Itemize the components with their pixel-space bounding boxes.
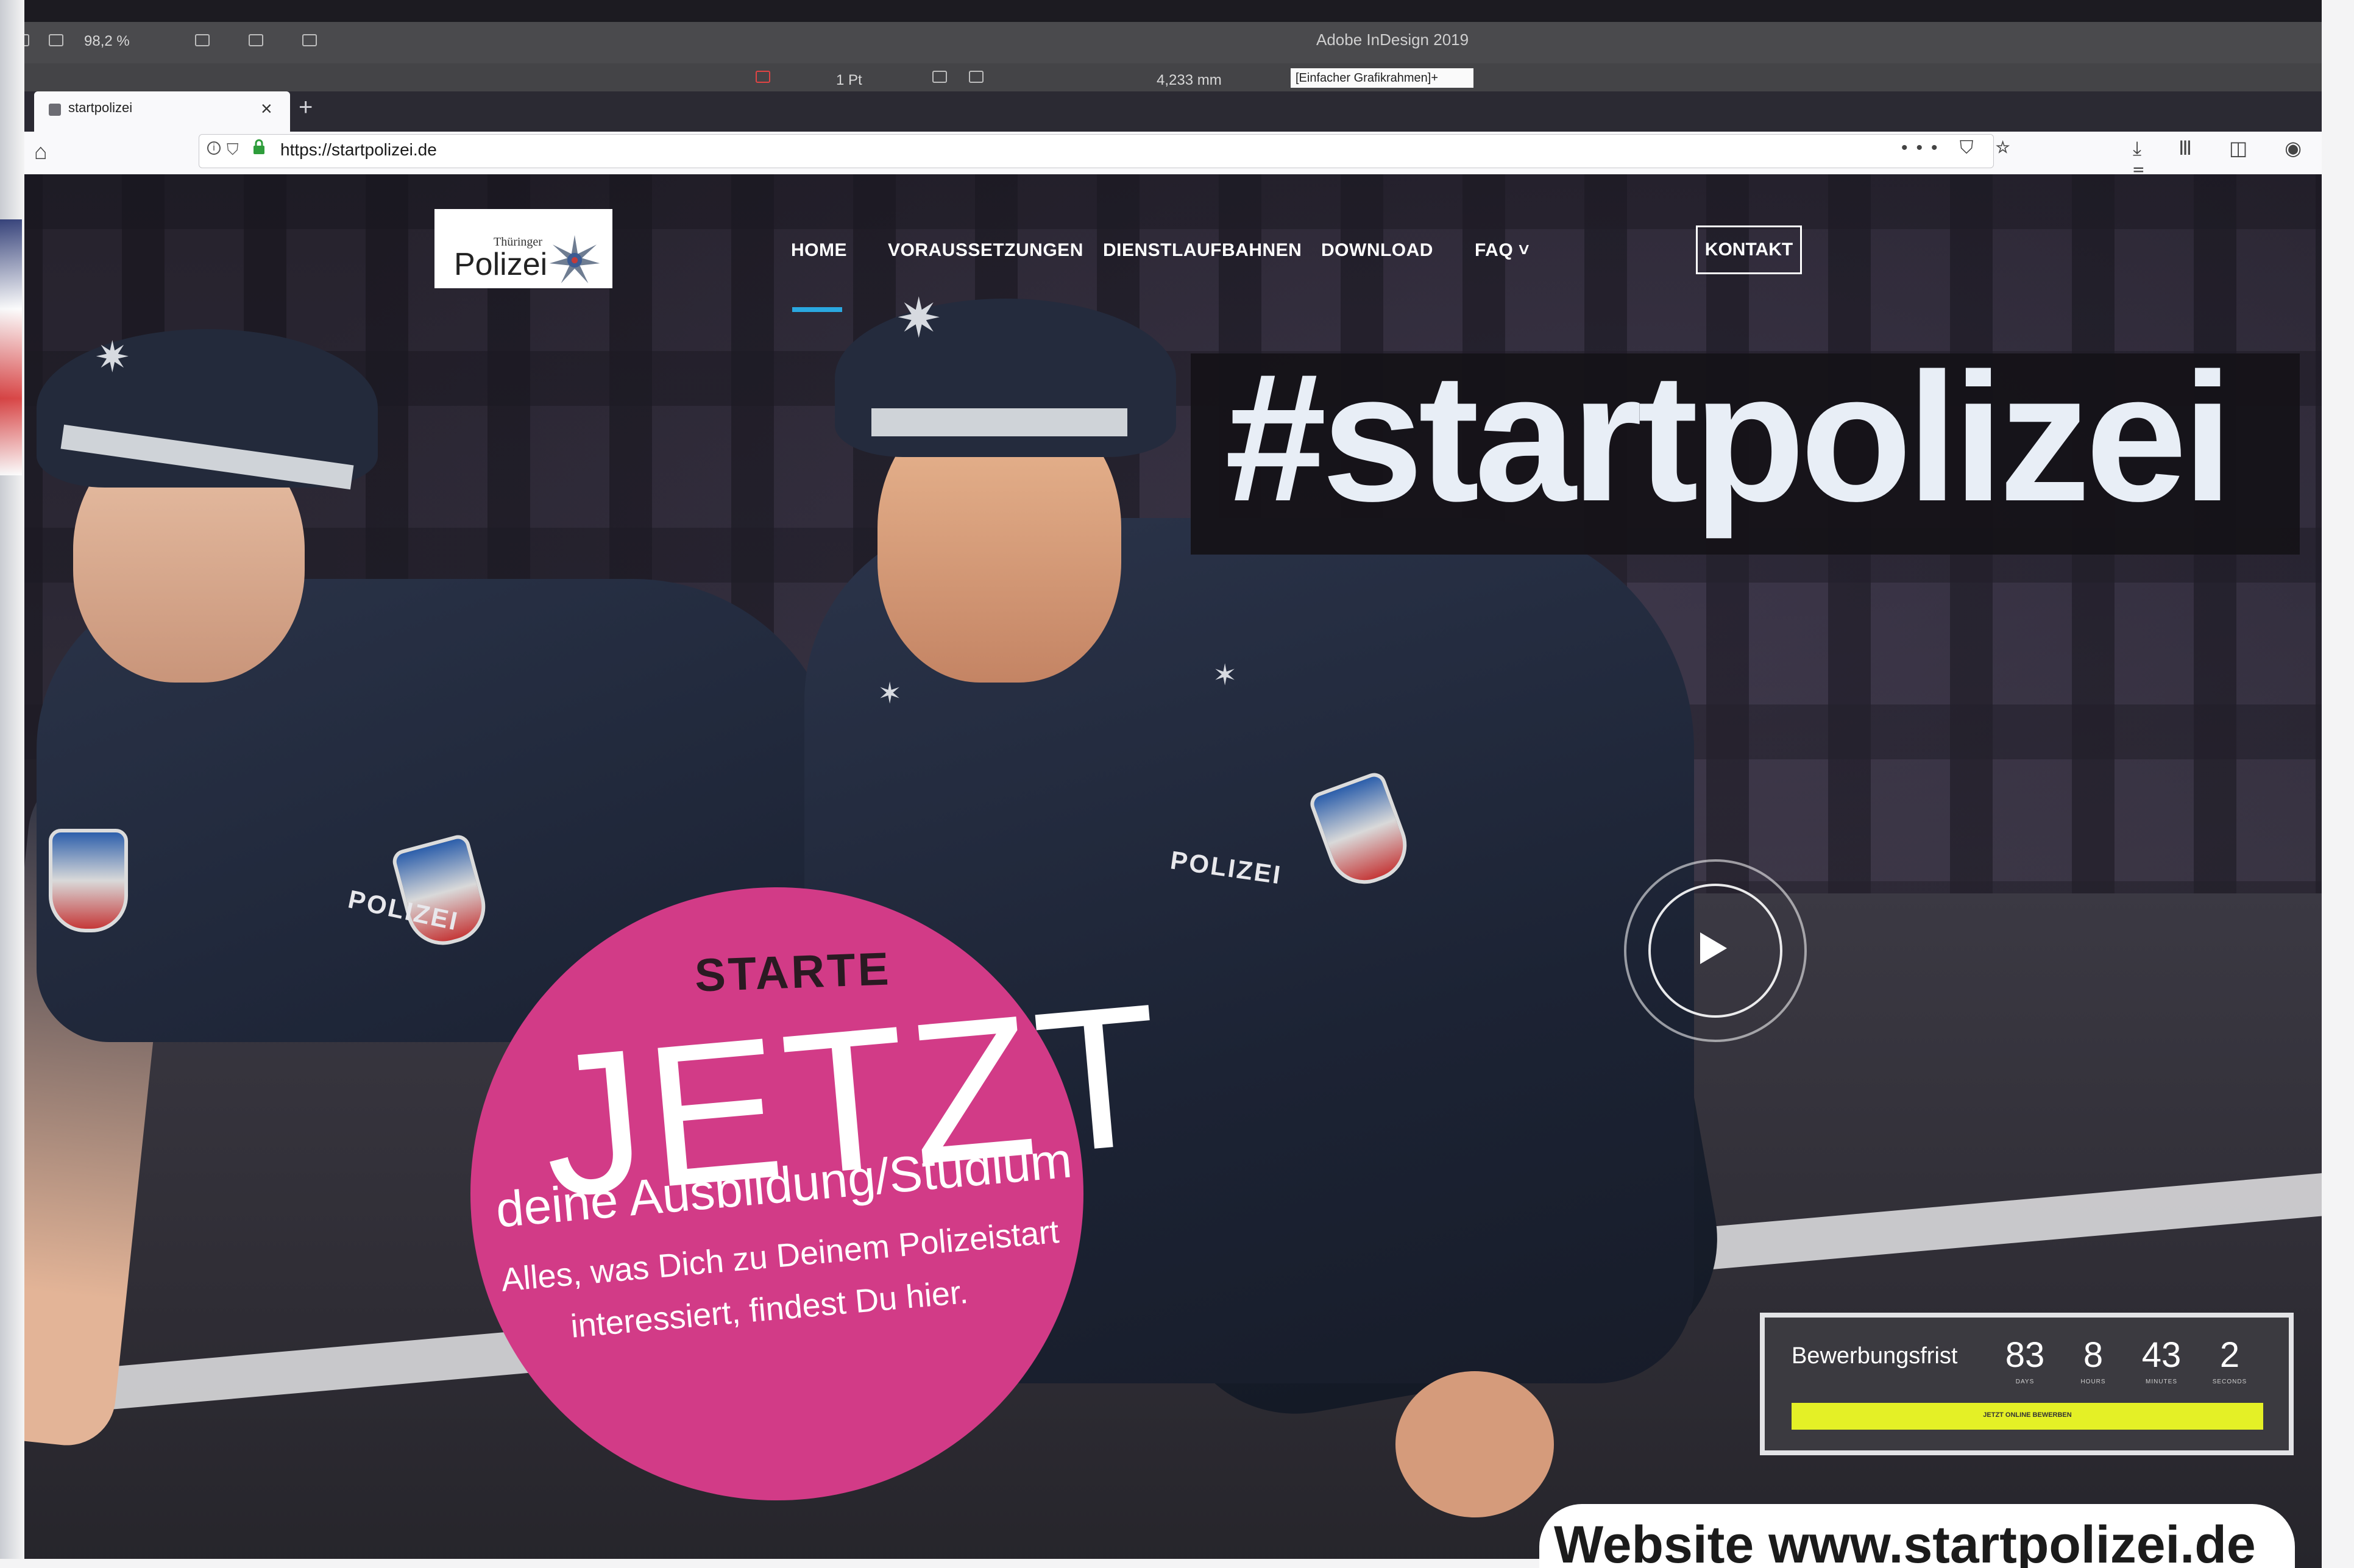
url-text[interactable]: https://startpolizei.de (280, 140, 437, 160)
countdown-seconds-unit: SECONDS (2212, 1378, 2247, 1385)
countdown-hours: 8 (2083, 1335, 2104, 1375)
object-style-select[interactable]: [Einfacher Grafikrahmen]+ (1291, 68, 1473, 88)
tab-strip (0, 91, 2322, 132)
nav-faq[interactable]: FAQ ˅ (1475, 240, 1530, 261)
police-patch-icon (49, 829, 128, 932)
cap-badge-icon: ✷ (94, 333, 130, 381)
indesign-title: Adobe InDesign 2019 (1316, 30, 1469, 49)
page-edge-right (2322, 0, 2354, 1568)
close-tab-icon[interactable]: × (261, 98, 272, 120)
nav-download[interactable]: DOWNLOAD (1321, 240, 1433, 261)
screenshot-stage: 98,2 % Adobe InDesign 2019 1 Pt 4,233 mm… (0, 0, 2354, 1568)
nav-dienstlaufbahnen[interactable]: DIENSTLAUFBAHNEN (1103, 240, 1302, 261)
lock-icon (253, 139, 264, 154)
caption-text: Website www.startpolizei.de (1554, 1516, 2256, 1568)
nav-active-indicator (792, 307, 842, 312)
apply-online-label[interactable]: JETZT ONLINE BEWERBEN (1792, 1411, 2263, 1419)
home-icon[interactable]: ⌂ (34, 139, 48, 165)
address-bar[interactable] (199, 134, 1994, 168)
cap-band (871, 408, 1127, 436)
officer-right-hand (1395, 1371, 1554, 1517)
countdown-hours-unit: HOURS (2080, 1378, 2106, 1385)
hashtag-text: #startpolizei (1225, 335, 2233, 539)
rank-star-icon: ✶ (877, 678, 902, 710)
cap-badge-icon: ✷ (896, 288, 942, 349)
frame-icon[interactable] (249, 34, 263, 46)
kontakt-button[interactable]: KONTAKT (1696, 225, 1802, 274)
rank-star-icon: ✶ (1213, 659, 1238, 692)
page-edge-bottom (0, 1559, 1539, 1568)
info-icon[interactable]: i (207, 141, 221, 155)
page-edge-image (0, 219, 22, 475)
align-icon[interactable] (932, 71, 947, 83)
screen-mode-icon[interactable] (49, 34, 63, 46)
play-icon[interactable] (1700, 932, 1727, 964)
police-star-icon (549, 235, 600, 283)
fit-icon[interactable] (969, 71, 984, 83)
stroke-color-icon[interactable] (756, 71, 770, 83)
nav-voraussetzungen[interactable]: VORAUSSETZUNGEN (888, 240, 1083, 261)
page-actions-icons[interactable]: ••• ⛉ ☆ (1901, 138, 2019, 158)
zoom-level[interactable]: 98,2 % (84, 33, 130, 50)
countdown-days: 83 (2005, 1335, 2045, 1375)
countdown-label: Bewerbungsfrist (1792, 1343, 1958, 1369)
nav-home[interactable]: HOME (791, 240, 847, 261)
countdown-minutes-unit: MINUTES (2146, 1378, 2177, 1385)
view-options-icon[interactable] (195, 34, 210, 46)
countdown-seconds: 2 (2219, 1335, 2240, 1375)
countdown-days-unit: DAYS (2015, 1378, 2035, 1385)
arrange-icon[interactable] (302, 34, 317, 46)
tracking-shield-icon[interactable]: ⛉ (227, 140, 239, 160)
logo-title: Polizei (454, 247, 548, 282)
countdown-minutes: 43 (2141, 1335, 2182, 1375)
new-tab-icon[interactable]: + (299, 94, 313, 121)
stroke-weight[interactable]: 1 Pt (836, 72, 862, 89)
tab-title[interactable]: startpolizei (68, 100, 132, 116)
favicon-icon (49, 104, 61, 116)
size-field[interactable]: 4,233 mm (1157, 72, 1222, 89)
